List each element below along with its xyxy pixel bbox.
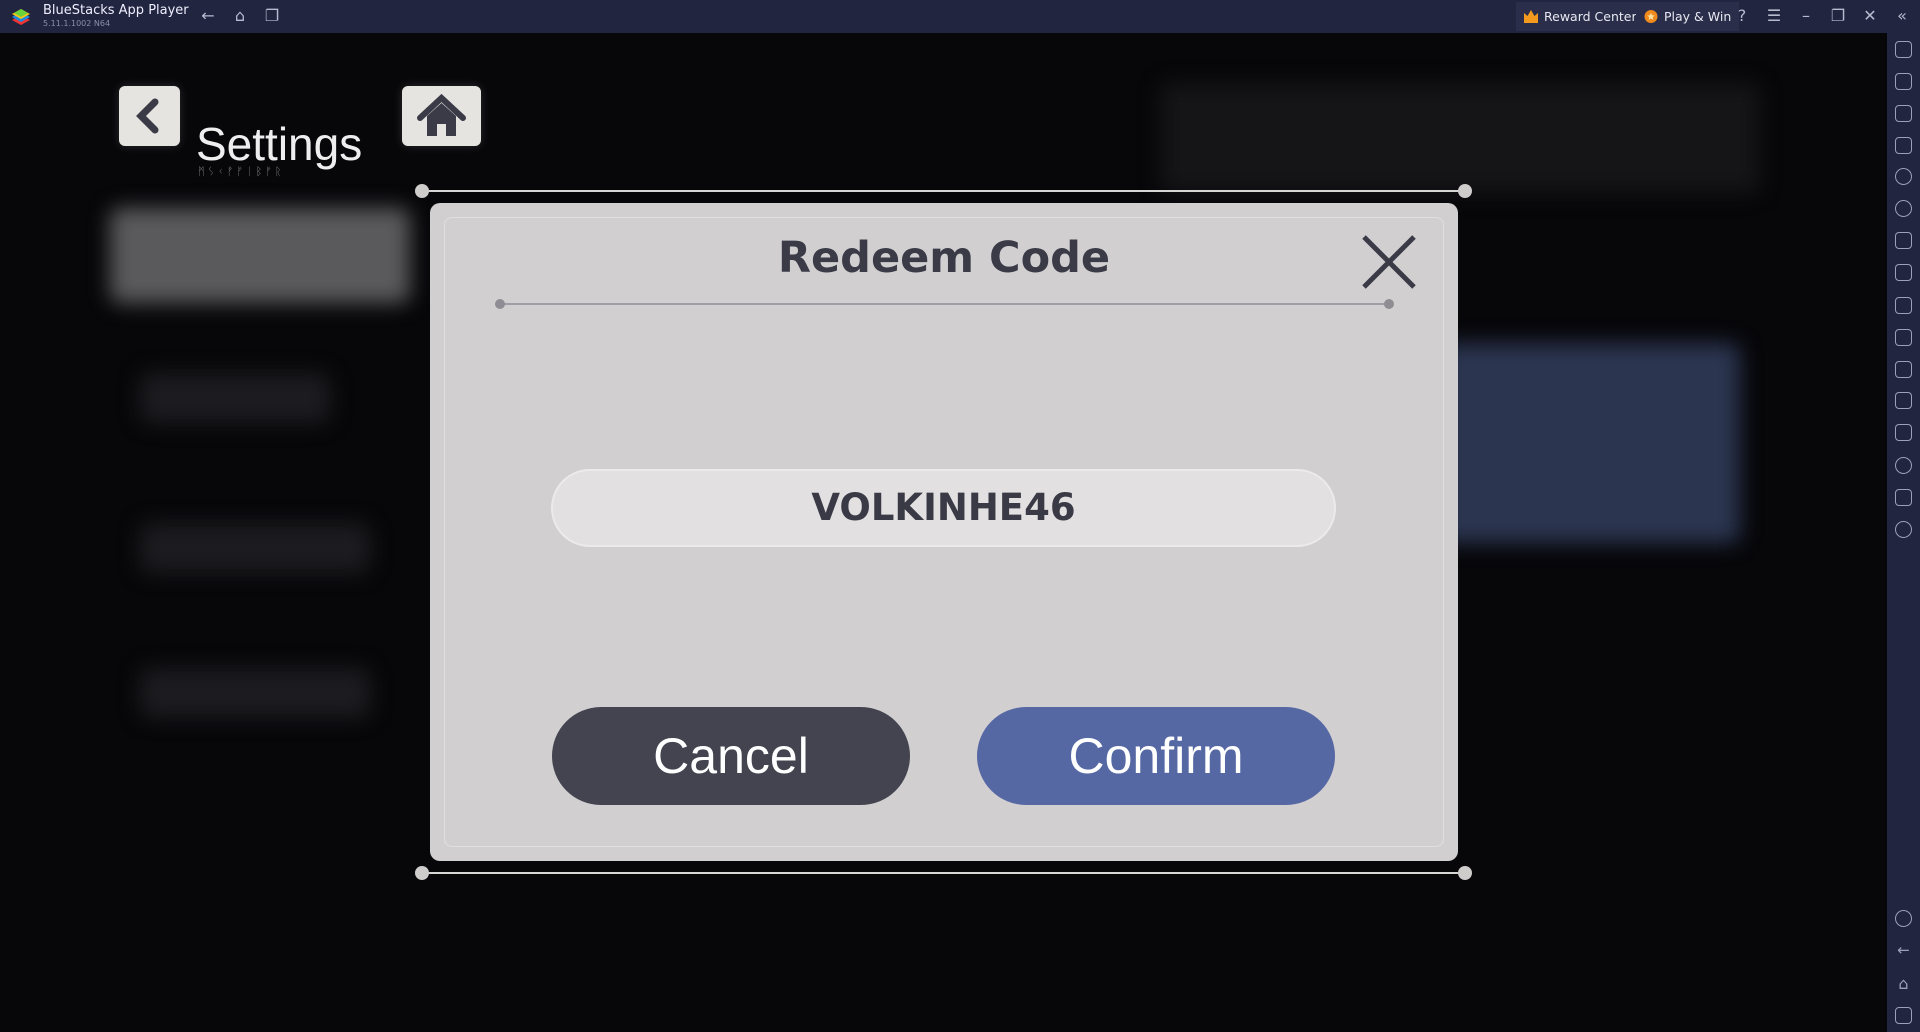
frame-dot — [415, 866, 429, 880]
reward-center-label: Reward Center — [1544, 9, 1637, 24]
settings-gear-icon[interactable] — [1895, 910, 1912, 927]
close-window-icon[interactable]: ✕ — [1860, 6, 1880, 26]
android-recents-icon[interactable] — [1895, 1007, 1912, 1024]
redeem-code-dialog: Redeem Code VOLKINHE46 Cancel Confirm — [430, 203, 1458, 861]
blurred-menu-item — [140, 373, 330, 423]
dialog-title: Redeem Code — [777, 233, 1111, 283]
help-icon[interactable]: ? — [1732, 6, 1752, 26]
android-back-icon[interactable]: ← — [1895, 942, 1912, 959]
airplane-icon[interactable] — [1895, 361, 1912, 378]
macro-icon[interactable] — [1895, 168, 1912, 185]
frame-line — [422, 872, 1465, 874]
folder-icon[interactable] — [1895, 329, 1912, 346]
minimize-icon[interactable]: – — [1796, 6, 1816, 26]
page-title: Settings — [196, 118, 363, 170]
reward-center-button[interactable]: Reward Center — [1516, 2, 1645, 31]
collapse-sidebar-icon[interactable]: « — [1892, 6, 1912, 26]
frame-line — [422, 190, 1465, 192]
blurred-menu-item — [140, 523, 370, 573]
layers-icon[interactable] — [1895, 489, 1912, 506]
title-bar: BlueStacks App Player 5.11.1.1002 N64 ← … — [0, 0, 1920, 33]
home-icon[interactable]: ⌂ — [230, 6, 250, 26]
app-version: 5.11.1.1002 N64 — [43, 19, 111, 28]
blurred-top-icons — [1160, 83, 1760, 193]
back-button[interactable] — [119, 86, 180, 146]
close-icon[interactable] — [1360, 233, 1418, 291]
cancel-button[interactable]: Cancel — [552, 707, 910, 805]
screenshot-icon[interactable] — [1895, 297, 1912, 314]
chevron-left-icon — [136, 98, 159, 134]
home-icon — [417, 93, 466, 136]
frame-dot — [415, 184, 429, 198]
location-icon[interactable] — [1895, 457, 1912, 474]
frame-dot — [1458, 184, 1472, 198]
divider-dot — [495, 299, 505, 309]
title-divider — [500, 303, 1389, 305]
app-title: BlueStacks App Player — [43, 3, 189, 18]
blurred-menu-item — [140, 668, 370, 718]
restore-icon[interactable]: ❐ — [1828, 6, 1848, 26]
play-win-icon — [1644, 10, 1658, 23]
redeem-code-input[interactable]: VOLKINHE46 — [551, 469, 1336, 547]
multi-instance-icon[interactable] — [1895, 392, 1912, 409]
menu-icon[interactable]: ☰ — [1764, 6, 1784, 26]
rotate-icon[interactable] — [1895, 521, 1912, 538]
keyboard-icon[interactable] — [1895, 137, 1912, 154]
media-icon[interactable] — [1895, 105, 1912, 122]
back-icon[interactable]: ← — [198, 6, 218, 26]
page-subtitle: ᛗᛊᚲᚠᚠᛁᛒᚠᚱ — [198, 165, 285, 178]
frame-dot — [1458, 866, 1472, 880]
fullscreen-icon[interactable] — [1895, 41, 1912, 58]
install-apk-icon[interactable] — [1895, 232, 1912, 249]
blurred-tab — [110, 208, 410, 303]
confirm-button[interactable]: Confirm — [977, 707, 1335, 805]
play-win-label: Play & Win — [1664, 9, 1732, 24]
play-win-button[interactable]: Play & Win — [1636, 2, 1740, 31]
bluestacks-logo — [12, 9, 30, 25]
crown-icon — [1524, 10, 1538, 23]
sync-icon[interactable] — [1895, 200, 1912, 217]
android-home-icon[interactable]: ⌂ — [1895, 975, 1912, 992]
home-button[interactable] — [402, 86, 481, 146]
right-sidebar: ← ⌂ — [1887, 33, 1920, 1032]
recent-apps-icon[interactable]: ❐ — [262, 6, 282, 26]
divider-dot — [1384, 299, 1394, 309]
volume-icon[interactable] — [1895, 73, 1912, 90]
eco-mode-icon[interactable] — [1895, 424, 1912, 441]
performance-icon[interactable] — [1895, 264, 1912, 281]
blurred-image — [1440, 343, 1740, 543]
